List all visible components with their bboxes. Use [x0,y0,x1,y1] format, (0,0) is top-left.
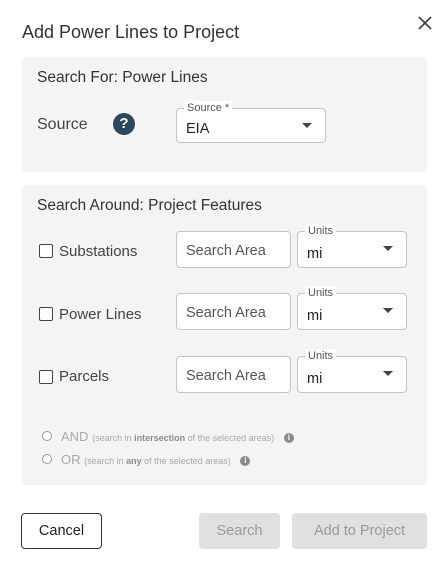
search-around-title: Search Around: Project Features [37,197,262,214]
units-label: Units [305,286,337,300]
add-to-project-button[interactable]: Add to Project [292,513,427,549]
search-area-placeholder: Search Area [186,368,266,384]
or-option: OR (search in any of the selected areas)… [61,452,251,467]
chevron-down-icon [302,123,312,128]
and-radio[interactable] [42,431,52,441]
and-option: AND (search in intersection of the selec… [61,429,294,444]
search-button[interactable]: Search [199,513,280,549]
parcels-search-area-input[interactable]: Search Area [176,356,291,393]
power-lines-label: Power Lines [59,306,142,323]
search-area-placeholder: Search Area [186,243,266,259]
search-area-placeholder: Search Area [186,305,266,321]
power-lines-units-select[interactable]: Units mi [297,286,407,330]
units-label: Units [305,349,337,363]
units-value: mi [307,371,323,387]
or-label: OR [61,452,81,467]
parcels-units-select[interactable]: Units mi [297,349,407,393]
power-lines-checkbox[interactable] [39,307,53,321]
source-select[interactable]: Source * EIA [176,101,326,143]
or-hint: (search in any of the selected areas) [84,456,231,466]
info-icon[interactable]: i [240,455,251,466]
parcels-checkbox[interactable] [39,370,53,384]
close-icon[interactable] [416,14,434,32]
source-label: Source [37,116,88,133]
parcels-label: Parcels [59,368,110,385]
chevron-down-icon [383,246,393,251]
substations-checkbox[interactable] [39,244,53,258]
help-icon[interactable]: ? [113,113,135,135]
units-label: Units [305,224,337,238]
substations-search-area-input[interactable]: Search Area [176,231,291,268]
substations-label: Substations [59,243,138,260]
power-lines-search-area-input[interactable]: Search Area [176,293,291,330]
and-label: AND [61,429,89,444]
and-hint: (search in intersection of the selected … [92,433,275,443]
substations-units-select[interactable]: Units mi [297,224,407,268]
chevron-down-icon [383,371,393,376]
dialog-title: Add Power Lines to Project [22,22,240,42]
source-value: EIA [186,121,210,137]
cancel-button[interactable]: Cancel [21,513,102,549]
source-field-label: Source * [184,101,233,115]
info-icon[interactable]: i [283,432,294,443]
search-for-title: Search For: Power Lines [37,69,208,86]
chevron-down-icon [383,308,393,313]
or-radio[interactable] [42,454,52,464]
units-value: mi [307,246,323,262]
units-value: mi [307,308,323,324]
